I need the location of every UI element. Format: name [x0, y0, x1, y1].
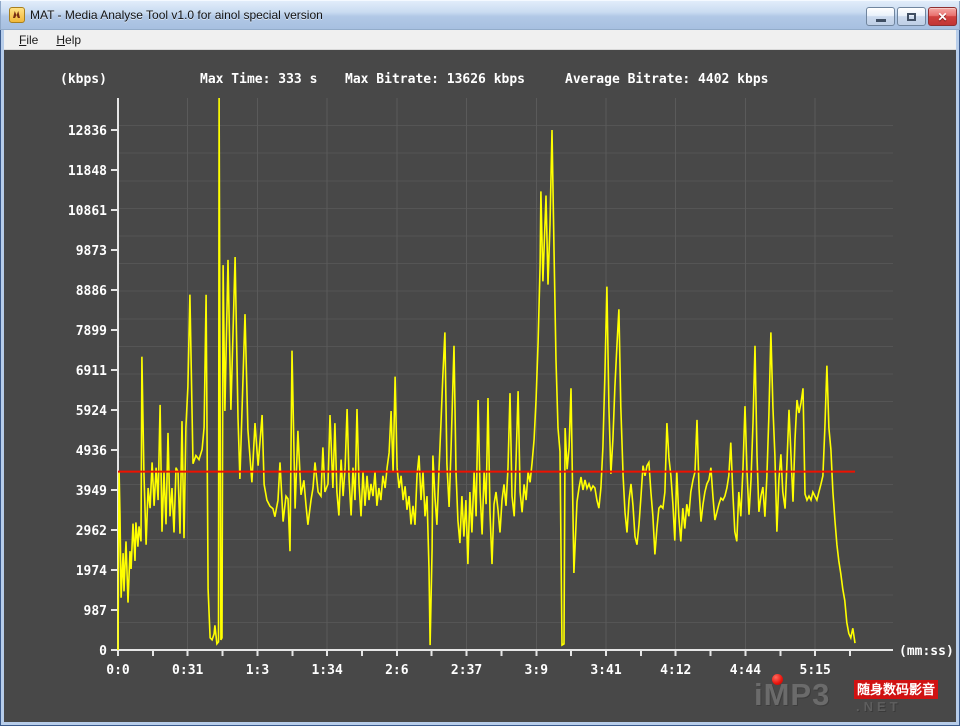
y-tick-label: 1974	[76, 564, 107, 579]
menu-item-file[interactable]: File	[10, 31, 47, 49]
y-tick-label: 4936	[76, 444, 107, 459]
x-tick-label: 3:41	[590, 663, 621, 678]
y-tick-label: 9873	[76, 244, 107, 259]
y-tick-label: 2962	[76, 524, 107, 539]
y-tick-label: 8886	[76, 284, 107, 299]
minimize-button[interactable]	[866, 7, 895, 26]
x-tick-label: 5:15	[800, 663, 831, 678]
titlebar[interactable]: MAT - Media Analyse Tool v1.0 for ainol …	[0, 0, 960, 30]
y-tick-label: 11848	[68, 164, 107, 179]
y-tick-label: 0	[99, 644, 107, 659]
x-tick-label: 4:44	[730, 663, 761, 678]
app-window: MAT - Media Analyse Tool v1.0 for ainol …	[0, 0, 960, 726]
watermark: iMP3 随身数码影音 .NET	[756, 680, 956, 720]
y-tick-label: 987	[84, 604, 107, 619]
bitrate-chart: 0 987 1974 2962 3949 4936 5924 6911 7899 8886 9873…	[4, 50, 956, 722]
watermark-badge: 随身数码影音	[854, 680, 938, 699]
x-tick-label: 1:34	[311, 663, 342, 678]
x-tick-label: 3:9	[525, 663, 548, 678]
y-tick-label: 3949	[76, 484, 107, 499]
watermark-suffix: .NET	[856, 699, 902, 714]
window-controls: ✕	[866, 7, 957, 26]
y-tick-label: 12836	[68, 124, 107, 139]
menu-item-help[interactable]: Help	[47, 31, 90, 49]
x-tick-label: 2:37	[451, 663, 482, 678]
minimize-icon	[876, 19, 886, 22]
maximize-icon	[907, 13, 916, 21]
chart-area: (kbps) Max Time: 333 s Max Bitrate: 1362…	[4, 50, 956, 722]
watermark-brand: iMP3	[754, 680, 830, 710]
y-tick-label: 6911	[76, 364, 107, 379]
window-title: MAT - Media Analyse Tool v1.0 for ainol …	[30, 8, 323, 22]
y-tick-label: 7899	[76, 324, 107, 339]
menubar: FileHelp	[4, 30, 956, 50]
x-tick-label: 0:0	[106, 663, 130, 678]
y-tick-label: 10861	[68, 204, 107, 219]
app-icon	[9, 7, 25, 23]
y-tick-label: 5924	[76, 404, 107, 419]
x-unit-label: (mm:ss)	[899, 644, 954, 659]
x-tick-label: 0:31	[172, 663, 203, 678]
maximize-button[interactable]	[897, 7, 926, 26]
close-button[interactable]: ✕	[928, 7, 957, 26]
close-icon: ✕	[937, 11, 947, 23]
x-tick-label: 1:3	[246, 663, 269, 678]
x-tick-label: 4:12	[660, 663, 691, 678]
x-tick-label: 2:6	[385, 663, 409, 678]
